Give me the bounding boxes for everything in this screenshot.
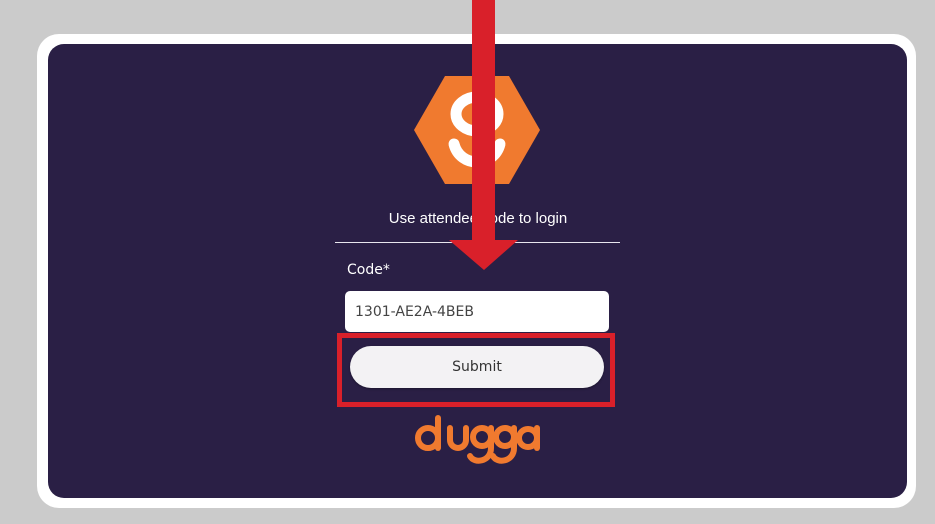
code-label: Code* [347,262,390,278]
divider [335,242,620,243]
dugga-wordmark-logo [415,415,540,464]
login-prompt: Use attendee code to login [388,210,568,227]
dugga-logo-icon [414,76,540,184]
code-input[interactable] [345,291,609,332]
submit-highlight-box [337,333,615,407]
